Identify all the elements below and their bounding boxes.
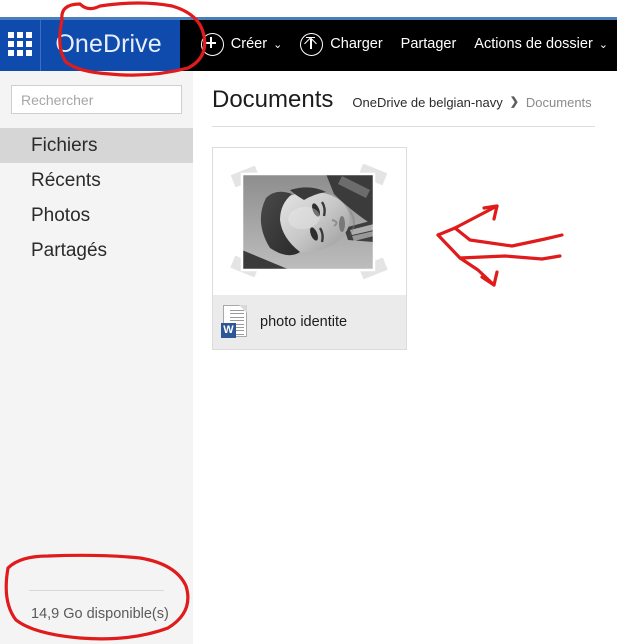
sidebar: Fichiers Récents Photos Partagés 14,9 Go… xyxy=(0,71,193,644)
file-tile-grid: W photo identite xyxy=(193,127,617,350)
chevron-down-icon: ⌄ xyxy=(273,38,283,51)
storage-divider xyxy=(29,590,164,591)
breadcrumb-root-link[interactable]: OneDrive de belgian-navy xyxy=(352,96,502,109)
storage-info: 14,9 Go disponible(s) xyxy=(0,590,193,644)
sidebar-item-label: Partagés xyxy=(31,239,108,261)
file-tile-caption: W photo identite xyxy=(213,295,406,349)
storage-available-label: 14,9 Go disponible(s) xyxy=(31,606,169,622)
create-button[interactable]: Créer ⌄ xyxy=(192,17,291,71)
onedrive-app-window: OneDrive Créer ⌄ Charger Partager Action… xyxy=(0,0,617,644)
sidebar-item-recents[interactable]: Récents xyxy=(0,163,193,198)
content-header: Documents OneDrive de belgian-navy ❯ Doc… xyxy=(193,71,617,112)
share-button-label: Partager xyxy=(400,35,457,52)
plus-circle-icon xyxy=(200,32,224,56)
upload-button-label: Charger xyxy=(330,35,383,52)
sidebar-nav-list: Fichiers Récents Photos Partagés xyxy=(0,128,193,268)
suite-bar: OneDrive Créer ⌄ Charger Partager Action… xyxy=(0,17,617,71)
file-thumbnail xyxy=(213,148,406,295)
app-launcher-button[interactable] xyxy=(0,17,41,71)
app-launcher-grid-icon xyxy=(8,32,33,56)
onedrive-brand-link[interactable]: OneDrive xyxy=(40,17,180,71)
sidebar-item-label: Fichiers xyxy=(31,134,98,156)
search-input[interactable] xyxy=(11,85,182,114)
sidebar-item-partages[interactable]: Partagés xyxy=(0,233,193,268)
grayscale-portrait-photo xyxy=(229,163,388,279)
suite-bar-top-accent-line xyxy=(0,17,617,20)
upload-button[interactable]: Charger xyxy=(291,17,391,71)
chevron-down-icon: ⌄ xyxy=(598,38,608,51)
search-box-wrapper xyxy=(0,71,193,114)
share-button[interactable]: Partager xyxy=(392,17,466,71)
word-document-icon: W xyxy=(221,305,249,339)
sidebar-item-label: Récents xyxy=(31,169,101,191)
folder-actions-button-label: Actions de dossier xyxy=(474,35,593,52)
main-content: Documents OneDrive de belgian-navy ❯ Doc… xyxy=(193,71,617,644)
page-title: Documents xyxy=(212,86,334,113)
create-button-label: Créer xyxy=(230,35,268,52)
command-bar: Créer ⌄ Charger Partager Actions de doss… xyxy=(179,17,617,71)
brand-label: OneDrive xyxy=(55,29,162,58)
sidebar-item-fichiers[interactable]: Fichiers xyxy=(0,128,193,163)
file-name-label: photo identite xyxy=(260,314,348,330)
breadcrumb-separator-icon: ❯ xyxy=(509,96,519,108)
breadcrumb: OneDrive de belgian-navy ❯ Documents xyxy=(352,96,591,109)
upload-circle-icon xyxy=(300,32,324,56)
sidebar-item-photos[interactable]: Photos xyxy=(0,198,193,233)
word-badge-label: W xyxy=(221,323,236,338)
sidebar-item-label: Photos xyxy=(31,204,91,226)
breadcrumb-current: Documents xyxy=(525,95,592,110)
file-tile[interactable]: W photo identite xyxy=(212,147,407,350)
folder-actions-button[interactable]: Actions de dossier ⌄ xyxy=(465,17,617,71)
